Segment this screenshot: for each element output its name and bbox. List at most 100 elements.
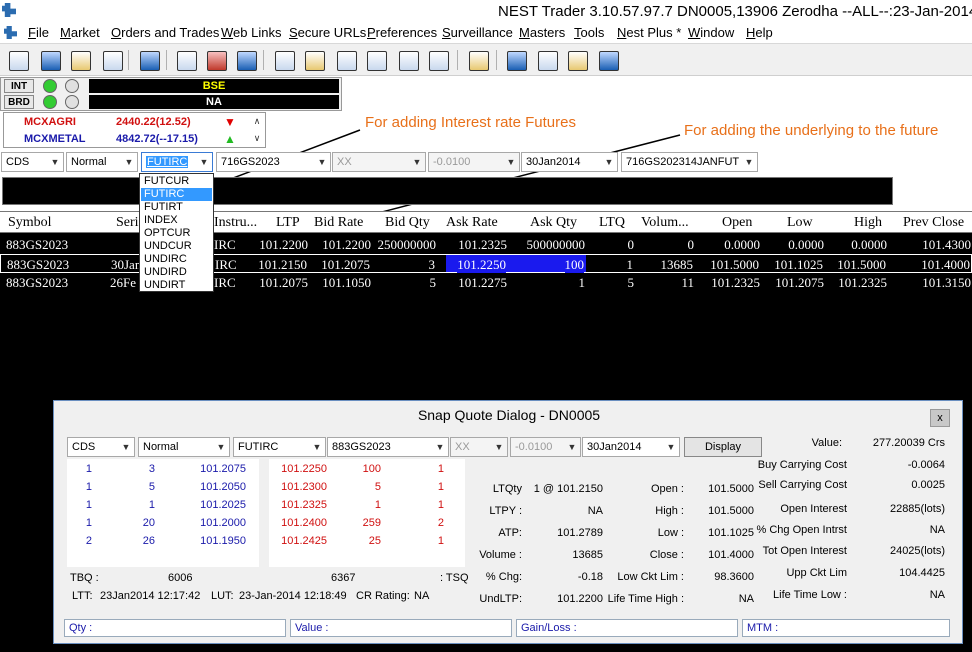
ltt-label: LTT: bbox=[72, 590, 93, 602]
col-ltq[interactable]: LTQ bbox=[599, 215, 625, 231]
option-type-select[interactable]: XX ▼ bbox=[332, 152, 426, 172]
dropdown-option[interactable]: INDEX bbox=[141, 214, 212, 227]
instrument-select[interactable]: FUTIRC ▼ bbox=[141, 152, 213, 172]
ask-qty: 5 bbox=[374, 481, 381, 493]
mid-label: LTQty bbox=[492, 483, 522, 495]
cell-ask-qty: 500000000 bbox=[526, 237, 586, 252]
chevron-down-icon: ▼ bbox=[744, 157, 754, 167]
cell-prev-close: 101.3150 bbox=[922, 275, 971, 290]
dropdown-option[interactable]: UNDIRT bbox=[141, 279, 212, 292]
col-bid-rate[interactable]: Bid Rate bbox=[314, 215, 363, 231]
ask-price: 101.2300 bbox=[281, 481, 327, 493]
cell-bid-qty: 250000000 bbox=[377, 237, 437, 252]
mtm-field[interactable]: MTM : bbox=[742, 619, 950, 637]
col-bid-qty[interactable]: Bid Qty bbox=[385, 215, 430, 231]
mid-label: UndLTP: bbox=[479, 593, 522, 605]
cell-open: 101.2325 bbox=[711, 275, 760, 290]
cell-high: 101.5000 bbox=[837, 257, 886, 272]
stat-value: 0.0025 bbox=[911, 479, 945, 491]
snap-exchange-select[interactable]: CDS ▼ bbox=[67, 437, 135, 457]
snap-expiry-select[interactable]: 30Jan2014 ▼ bbox=[582, 437, 680, 457]
ask-qty: 100 bbox=[362, 463, 381, 475]
ohlc-label: Close : bbox=[649, 549, 684, 561]
ohlc-label: Low Ckt Lim : bbox=[617, 571, 684, 583]
snap-market-select[interactable]: Normal ▼ bbox=[138, 437, 230, 457]
cell-open: 101.5000 bbox=[710, 257, 759, 272]
cell-ltq: 1 bbox=[626, 257, 634, 272]
ask-price: 101.2250 bbox=[281, 463, 327, 475]
dropdown-option-selected[interactable]: FUTIRC bbox=[141, 188, 212, 201]
col-ask-rate[interactable]: Ask Rate bbox=[446, 215, 498, 231]
col-ltp[interactable]: LTP bbox=[276, 215, 300, 231]
stat-value: 104.4425 bbox=[899, 567, 945, 579]
message-bar bbox=[2, 177, 893, 205]
cell-symbol: 883GS2023 bbox=[7, 257, 70, 272]
col-ask-qty[interactable]: Ask Qty bbox=[530, 215, 577, 231]
contract-select[interactable]: 716GS202314JANFUT ▼ bbox=[621, 152, 758, 172]
close-icon[interactable]: x bbox=[930, 409, 950, 427]
chevron-down-icon: ▼ bbox=[317, 157, 327, 167]
exchange-select[interactable]: CDS ▼ bbox=[1, 152, 64, 172]
chevron-down-icon: ▼ bbox=[412, 157, 422, 167]
bid-orders: 1 bbox=[85, 499, 92, 511]
cell-instr: IRC bbox=[215, 257, 237, 272]
bid-qty: 20 bbox=[142, 517, 155, 529]
mid-value: 13685 bbox=[572, 549, 603, 561]
strike-price-select[interactable]: -0.0100 ▼ bbox=[428, 152, 520, 172]
chevron-down-icon: ▼ bbox=[567, 442, 577, 452]
cell-ltp: 101.2075 bbox=[259, 275, 308, 290]
stat-value: NA bbox=[929, 524, 945, 536]
col-instrument[interactable]: Instru... bbox=[214, 215, 257, 231]
stat-label: % Chg Open Intrst bbox=[756, 524, 848, 536]
expiry-select[interactable]: 30Jan2014 ▼ bbox=[521, 152, 618, 172]
cell-ltp: 101.2150 bbox=[258, 257, 307, 272]
value-field[interactable]: Value : bbox=[290, 619, 512, 637]
qty-field[interactable]: Qty : bbox=[64, 619, 286, 637]
tbq-label: TBQ : bbox=[70, 572, 99, 584]
col-volume[interactable]: Volum... bbox=[641, 215, 689, 231]
snap-option-type-select[interactable]: XX ▼ bbox=[450, 437, 508, 457]
snap-instrument-select[interactable]: FUTIRC ▼ bbox=[233, 437, 326, 457]
dropdown-option[interactable]: UNDIRD bbox=[141, 266, 212, 279]
ohlc-value: NA bbox=[738, 593, 754, 605]
snap-symbol-select[interactable]: 883GS2023 ▼ bbox=[327, 437, 449, 457]
col-symbol[interactable]: Symbol bbox=[8, 215, 52, 231]
stat-label: Value: bbox=[811, 437, 842, 449]
display-button[interactable]: Display bbox=[684, 437, 762, 457]
col-series[interactable]: Seri bbox=[116, 215, 139, 231]
cell-bid-rate: 101.2075 bbox=[321, 257, 370, 272]
ohlc-label: High : bbox=[655, 505, 684, 517]
lut-value: 23-Jan-2014 12:18:49 bbox=[239, 590, 347, 602]
dropdown-option[interactable]: FUTCUR bbox=[141, 175, 212, 188]
cell-low: 101.1025 bbox=[774, 257, 823, 272]
cell-ask-rate: 101.2275 bbox=[458, 275, 507, 290]
chevron-down-icon: ▼ bbox=[506, 157, 516, 167]
stat-value: 24025(lots) bbox=[889, 545, 945, 557]
ask-qty: 1 bbox=[374, 499, 381, 511]
bid-qty: 1 bbox=[148, 499, 155, 511]
mid-value: 101.2200 bbox=[557, 593, 603, 605]
tsq-label: : TSQ bbox=[440, 572, 469, 584]
bid-orders: 1 bbox=[85, 481, 92, 493]
ask-price: 101.2400 bbox=[281, 517, 327, 529]
dropdown-option[interactable]: UNDIRC bbox=[141, 253, 212, 266]
bid-price: 101.2025 bbox=[200, 499, 246, 511]
col-low[interactable]: Low bbox=[787, 215, 813, 231]
chevron-down-icon: ▼ bbox=[121, 442, 131, 452]
ohlc-value: 98.3600 bbox=[714, 571, 754, 583]
dropdown-option[interactable]: FUTIRT bbox=[141, 201, 212, 214]
col-open[interactable]: Open bbox=[722, 215, 752, 231]
chevron-down-icon: ▼ bbox=[312, 442, 322, 452]
cell-prev-close: 101.4300 bbox=[922, 237, 971, 252]
symbol-select[interactable]: 716GS2023 ▼ bbox=[216, 152, 331, 172]
col-prev-close[interactable]: Prev Close bbox=[903, 215, 964, 231]
dropdown-option[interactable]: OPTCUR bbox=[141, 227, 212, 240]
dropdown-option[interactable]: UNDCUR bbox=[141, 240, 212, 253]
snap-strike-select[interactable]: -0.0100 ▼ bbox=[510, 437, 581, 457]
gain-loss-field[interactable]: Gain/Loss : bbox=[516, 619, 738, 637]
stat-label: Open Interest bbox=[780, 503, 847, 515]
stat-value: -0.0064 bbox=[907, 459, 945, 471]
market-type-select[interactable]: Normal ▼ bbox=[66, 152, 138, 172]
col-high[interactable]: High bbox=[854, 215, 882, 231]
mid-label: % Chg: bbox=[485, 571, 522, 583]
